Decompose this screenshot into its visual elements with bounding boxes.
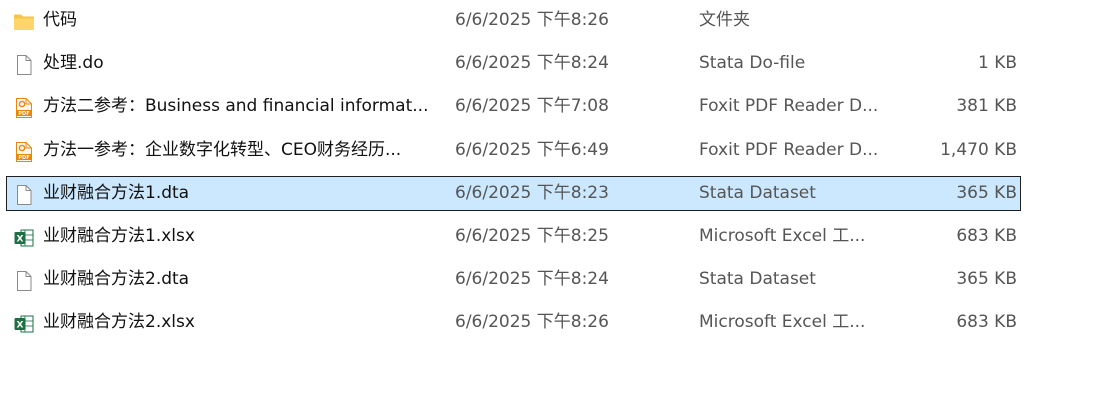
file-type: Foxit PDF Reader D... [699,96,879,117]
file-name: 业财融合方法1.xlsx [43,226,195,246]
file-size: 1,470 KB [940,139,1017,160]
svg-text:PDF: PDF [18,111,29,117]
file-type: Stata Dataset [699,269,816,290]
file-date-modified: 6/6/2025 下午8:23 [455,182,609,203]
file-row[interactable]: X 业财融合方法2.xlsx 6/6/2025 下午8:26 Microsoft Ex… [6,305,1021,340]
svg-text:X: X [17,321,24,331]
file-row[interactable]: 业财融合方法1.dta 6/6/2025 下午8:23 Stata Dataset 3… [6,175,1021,211]
file-type: Stata Dataset [699,182,816,203]
file-row[interactable]: PDF 方法一参考：企业数字化转型、CEO财务经历... 6/6/2025 下午6:… [6,133,1021,168]
folder-icon [13,11,35,33]
excel-icon: X [13,227,35,249]
file-size [897,4,1017,37]
svg-text:X: X [17,235,24,245]
file-name: 方法一参考：企业数字化转型、CEO财务经历... [43,139,402,160]
file-date-modified: 6/6/2025 下午7:08 [455,96,609,117]
file-date-modified: 6/6/2025 下午8:25 [455,226,609,246]
file-size: 381 KB [956,96,1017,117]
file-row[interactable]: 业财融合方法2.dta 6/6/2025 下午8:24 Stata Dataset 3… [6,262,1021,297]
file-name: 业财融合方法2.dta [43,269,190,290]
excel-icon: X [13,313,35,335]
file-name: 业财融合方法1.dta [43,182,190,203]
file-size: 1 KB [977,53,1017,74]
file-type: Stata Do-file [699,53,806,74]
file-name: 代码 [43,10,77,30]
file-date-modified: 6/6/2025 下午6:49 [455,139,609,160]
file-row[interactable]: 代码 6/6/2025 下午8:26 文件夹 [6,3,1021,38]
svg-text:PDF: PDF [18,155,29,161]
file-name: 处理.do [43,53,104,74]
document-icon [13,184,35,206]
file-name: 业财融合方法2.xlsx [43,312,195,333]
pdf-icon: PDF [13,97,35,119]
file-date-modified: 6/6/2025 下午8:26 [455,10,609,30]
file-date-modified: 6/6/2025 下午8:24 [455,53,609,74]
file-date-modified: 6/6/2025 下午8:26 [455,312,609,333]
file-size: 683 KB [956,226,1017,246]
file-date-modified: 6/6/2025 下午8:24 [455,269,609,290]
file-type: Microsoft Excel 工... [699,312,866,333]
file-size: 365 KB [956,182,1017,203]
file-name: 方法二参考：Business and financial informat... [43,96,429,117]
file-type: 文件夹 [699,10,750,30]
file-row[interactable]: X 业财融合方法1.xlsx 6/6/2025 下午8:25 Microsoft Ex… [6,219,1021,254]
file-row[interactable]: PDF 方法二参考：Business and financial informat… [6,89,1021,124]
file-size: 365 KB [956,269,1017,290]
document-icon [13,54,35,76]
file-row[interactable]: 处理.do 6/6/2025 下午8:24 Stata Do-file 1 KB [6,46,1021,81]
file-size: 683 KB [956,312,1017,333]
file-type: Microsoft Excel 工... [699,226,866,246]
file-list: 代码 6/6/2025 下午8:26 文件夹处理.do 6/6/2025 下午8:24… [0,0,1116,404]
file-type: Foxit PDF Reader D... [699,139,879,160]
pdf-icon: PDF [13,141,35,163]
document-icon [13,270,35,292]
